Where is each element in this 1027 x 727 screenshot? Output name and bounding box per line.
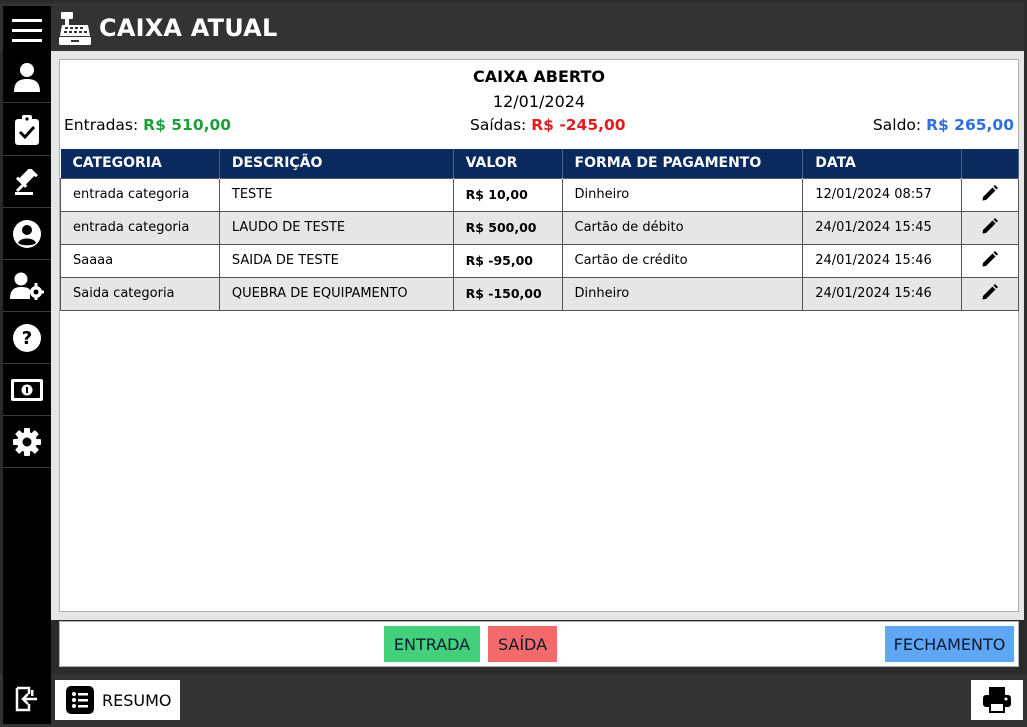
entrada-button[interactable]: ENTRADA (384, 626, 480, 662)
saldo-label: Saldo: (872, 116, 922, 134)
cell-forma-pagamento: Cartão de débito (561, 210, 804, 245)
saida-button[interactable]: SAÍDA (488, 626, 557, 662)
column-header-data: DATA (802, 149, 963, 178)
cell-descricao: SAIDA DE TESTE (218, 243, 454, 278)
cell-actions (961, 243, 1019, 278)
table-row: Saida categoria QUEBRA DE EQUIPAMENTO R$… (60, 276, 1019, 311)
column-header-categoria: CATEGORIA (60, 149, 220, 178)
entradas-label: Entradas: (64, 116, 139, 134)
table-row: Saaaa SAIDA DE TESTE R$ -95,00 Cartão de… (60, 243, 1019, 278)
edit-pencil-icon[interactable] (981, 283, 999, 305)
main-panel: CAIXA ABERTO 12/01/2024 Entradas: R$ 510… (51, 51, 1024, 620)
cell-valor: R$ 10,00 (452, 177, 563, 212)
clipboard-check-icon (15, 114, 39, 145)
cell-categoria: entrada categoria (60, 177, 220, 212)
cell-categoria: Saaaa (60, 243, 220, 278)
user-circle-icon (13, 219, 41, 248)
cell-valor: R$ 500,00 (452, 210, 563, 245)
hamburger-menu-icon[interactable] (3, 6, 51, 54)
cell-forma-pagamento: Dinheiro (561, 276, 804, 311)
saidas-label: Saídas: (470, 116, 527, 134)
page-title: CAIXA ATUAL (99, 14, 278, 42)
table-header-row: CATEGORIA DESCRIÇÃO VALOR FORMA DE PAGAM… (60, 149, 1019, 178)
transactions-table: CATEGORIA DESCRIÇÃO VALOR FORMA DE PAGAM… (60, 149, 1019, 311)
cell-descricao: TESTE (218, 177, 454, 212)
user-gear-icon (10, 272, 44, 300)
table-row: entrada categoria TESTE R$ 10,00 Dinheir… (60, 177, 1019, 212)
cash-register-icon (59, 12, 91, 50)
table-row: entrada categoria LAUDO DE TESTE R$ 500,… (60, 210, 1019, 245)
cell-data: 24/01/2024 15:46 (802, 276, 963, 311)
column-header-valor: VALOR (453, 149, 563, 178)
svg-text:?: ? (22, 328, 32, 349)
caixa-content: CAIXA ABERTO 12/01/2024 Entradas: R$ 510… (59, 59, 1019, 612)
cell-actions (961, 276, 1019, 311)
user-icon (14, 62, 40, 92)
summary-saidas: Saídas: R$ -245,00 (470, 116, 626, 134)
cell-descricao: LAUDO DE TESTE (218, 210, 454, 245)
fechamento-button[interactable]: FECHAMENTO (885, 626, 1014, 662)
cell-valor: R$ -95,00 (452, 243, 563, 278)
action-bar: ENTRADA SAÍDA FECHAMENTO (59, 621, 1019, 667)
cell-data: 24/01/2024 15:45 (802, 210, 963, 245)
print-button[interactable] (971, 680, 1023, 720)
question-circle-icon: ? (13, 323, 41, 352)
cell-data: 24/01/2024 15:46 (802, 243, 963, 278)
summary-entradas: Entradas: R$ 510,00 (64, 116, 231, 134)
list-icon (66, 686, 94, 714)
cell-forma-pagamento: Cartão de crédito (561, 243, 804, 278)
sidebar-item-auction[interactable] (3, 156, 51, 208)
resumo-button[interactable]: RESUMO (55, 680, 180, 720)
cell-descricao: QUEBRA DE EQUIPAMENTO (218, 276, 454, 311)
summary-saldo: Saldo: R$ 265,00 (873, 116, 1014, 134)
sidebar-item-user[interactable] (3, 51, 51, 103)
cell-data: 12/01/2024 08:57 (802, 177, 963, 212)
money-bill-icon (11, 378, 43, 401)
gear-icon (13, 427, 41, 456)
cell-actions (961, 210, 1019, 245)
top-bar: CAIXA ATUAL (0, 0, 1027, 54)
logout-button[interactable] (3, 674, 51, 724)
saldo-value: R$ 265,00 (926, 116, 1014, 134)
caixa-date: 12/01/2024 (492, 92, 586, 111)
resumo-label: RESUMO (102, 690, 172, 710)
cell-valor: R$ -150,00 (452, 276, 563, 311)
gavel-icon (15, 168, 38, 195)
cell-categoria: Saida categoria (60, 276, 220, 311)
cell-forma-pagamento: Dinheiro (561, 177, 804, 212)
edit-pencil-icon[interactable] (981, 184, 999, 206)
column-header-actions (961, 149, 1019, 178)
caixa-status: CAIXA ABERTO (473, 67, 605, 86)
sidebar-item-account[interactable] (3, 208, 51, 260)
edit-pencil-icon[interactable] (981, 250, 999, 272)
cell-actions (961, 177, 1019, 212)
saidas-value: R$ -245,00 (531, 116, 626, 134)
sidebar-item-settings[interactable] (3, 416, 51, 468)
sidebar-item-user-settings[interactable] (3, 260, 51, 312)
edit-pencil-icon[interactable] (981, 217, 999, 239)
printer-icon (983, 687, 1011, 713)
sidebar-item-help[interactable]: ? (3, 312, 51, 364)
sidebar-item-tasks[interactable] (3, 104, 51, 156)
cell-categoria: entrada categoria (60, 210, 220, 245)
logout-icon (15, 686, 37, 712)
sidebar: ? (3, 51, 51, 724)
column-header-descricao: DESCRIÇÃO (219, 149, 454, 178)
entradas-value: R$ 510,00 (143, 116, 232, 134)
column-header-forma-pagamento: FORMA DE PAGAMENTO (562, 149, 804, 178)
sidebar-item-finance[interactable] (3, 364, 51, 416)
bottom-bar: RESUMO (0, 674, 1027, 727)
